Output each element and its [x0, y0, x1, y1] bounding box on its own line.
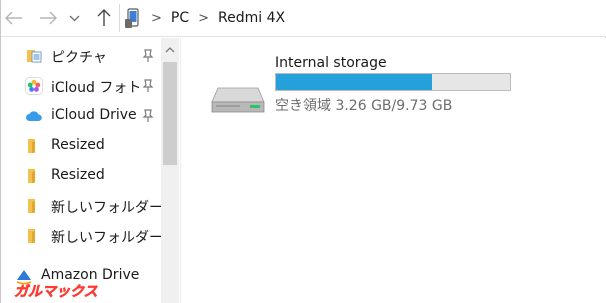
sidebar-item-icloud-photos[interactable]: iCloud フォト — [1, 71, 161, 101]
pictures-folder-icon — [27, 50, 42, 63]
drive-name: Internal storage — [275, 55, 387, 71]
svg-text:ガルマックス: ガルマックス — [14, 284, 98, 299]
up-arrow-icon — [97, 9, 111, 26]
forward-button[interactable] — [37, 6, 59, 30]
up-button[interactable] — [93, 6, 115, 30]
breadcrumb-separator-icon: > — [198, 10, 210, 26]
watermark-logo: ガルマックス — [14, 284, 98, 299]
breadcrumb-separator-icon: > — [151, 10, 162, 26]
chevron-up-icon — [165, 47, 175, 53]
folder-icon — [28, 199, 35, 213]
sidebar-item-label: 新しいフォルダー (6) — [51, 230, 161, 246]
sidebar-item-new-folder[interactable]: 新しいフォルダー — [1, 191, 163, 221]
breadcrumb-redmi-4x[interactable]: Redmi 4X — [218, 10, 285, 26]
navigation-pane: ピクチャ iCloud フォト iCloud Drive Resized Res… — [1, 38, 181, 303]
sidebar-item-new-folder-6[interactable]: 新しいフォルダー (6) — [1, 221, 161, 251]
scrollbar-thumb[interactable] — [163, 62, 177, 165]
sidebar-item-label: Resized — [51, 137, 105, 153]
back-arrow-icon — [5, 11, 22, 25]
chevron-down-icon — [69, 15, 79, 21]
sidebar-item-label: 新しいフォルダー — [51, 200, 163, 216]
pin-icon[interactable] — [142, 49, 154, 63]
hard-drive-icon — [211, 87, 265, 113]
sidebar-item-label: iCloud フォト — [51, 80, 142, 96]
free-space-text: 空き領域 3.26 GB/9.73 GB — [275, 98, 453, 114]
sidebar-item-resized-2[interactable]: Resized — [1, 161, 161, 191]
icloud-photos-icon — [25, 77, 43, 95]
pin-icon[interactable] — [142, 109, 154, 123]
sidebar-item-resized[interactable]: Resized — [1, 131, 161, 161]
folder-icon — [28, 139, 35, 153]
navigation-bar: > PC > Redmi 4X — [1, 0, 606, 37]
sidebar-item-label: ピクチャ — [51, 50, 107, 66]
scroll-up-button[interactable] — [161, 38, 179, 62]
sidebar-item-pictures[interactable]: ピクチャ — [1, 41, 161, 71]
phone-device-icon — [125, 8, 139, 28]
icloud-drive-icon — [26, 111, 42, 121]
sidebar-item-label: iCloud Drive — [51, 107, 137, 123]
address-bar[interactable]: > PC > Redmi 4X — [119, 4, 606, 32]
folder-icon — [28, 229, 35, 243]
content-pane: Internal storage 空き領域 3.26 GB/9.73 GB — [182, 38, 606, 303]
back-button[interactable] — [3, 6, 25, 30]
folder-icon — [28, 169, 35, 183]
breadcrumb-pc[interactable]: PC — [171, 10, 189, 26]
sidebar-item-label: Resized — [51, 167, 105, 183]
storage-usage-fill — [276, 74, 432, 90]
recent-locations-button[interactable] — [66, 6, 82, 30]
file-explorer-window: > PC > Redmi 4X ピクチャ iCloud フォト iCloud D… — [0, 0, 606, 303]
forward-arrow-icon — [40, 11, 57, 25]
sidebar-item-icloud-drive[interactable]: iCloud Drive — [1, 101, 161, 131]
pin-icon[interactable] — [142, 79, 154, 93]
storage-usage-bar — [275, 73, 511, 91]
